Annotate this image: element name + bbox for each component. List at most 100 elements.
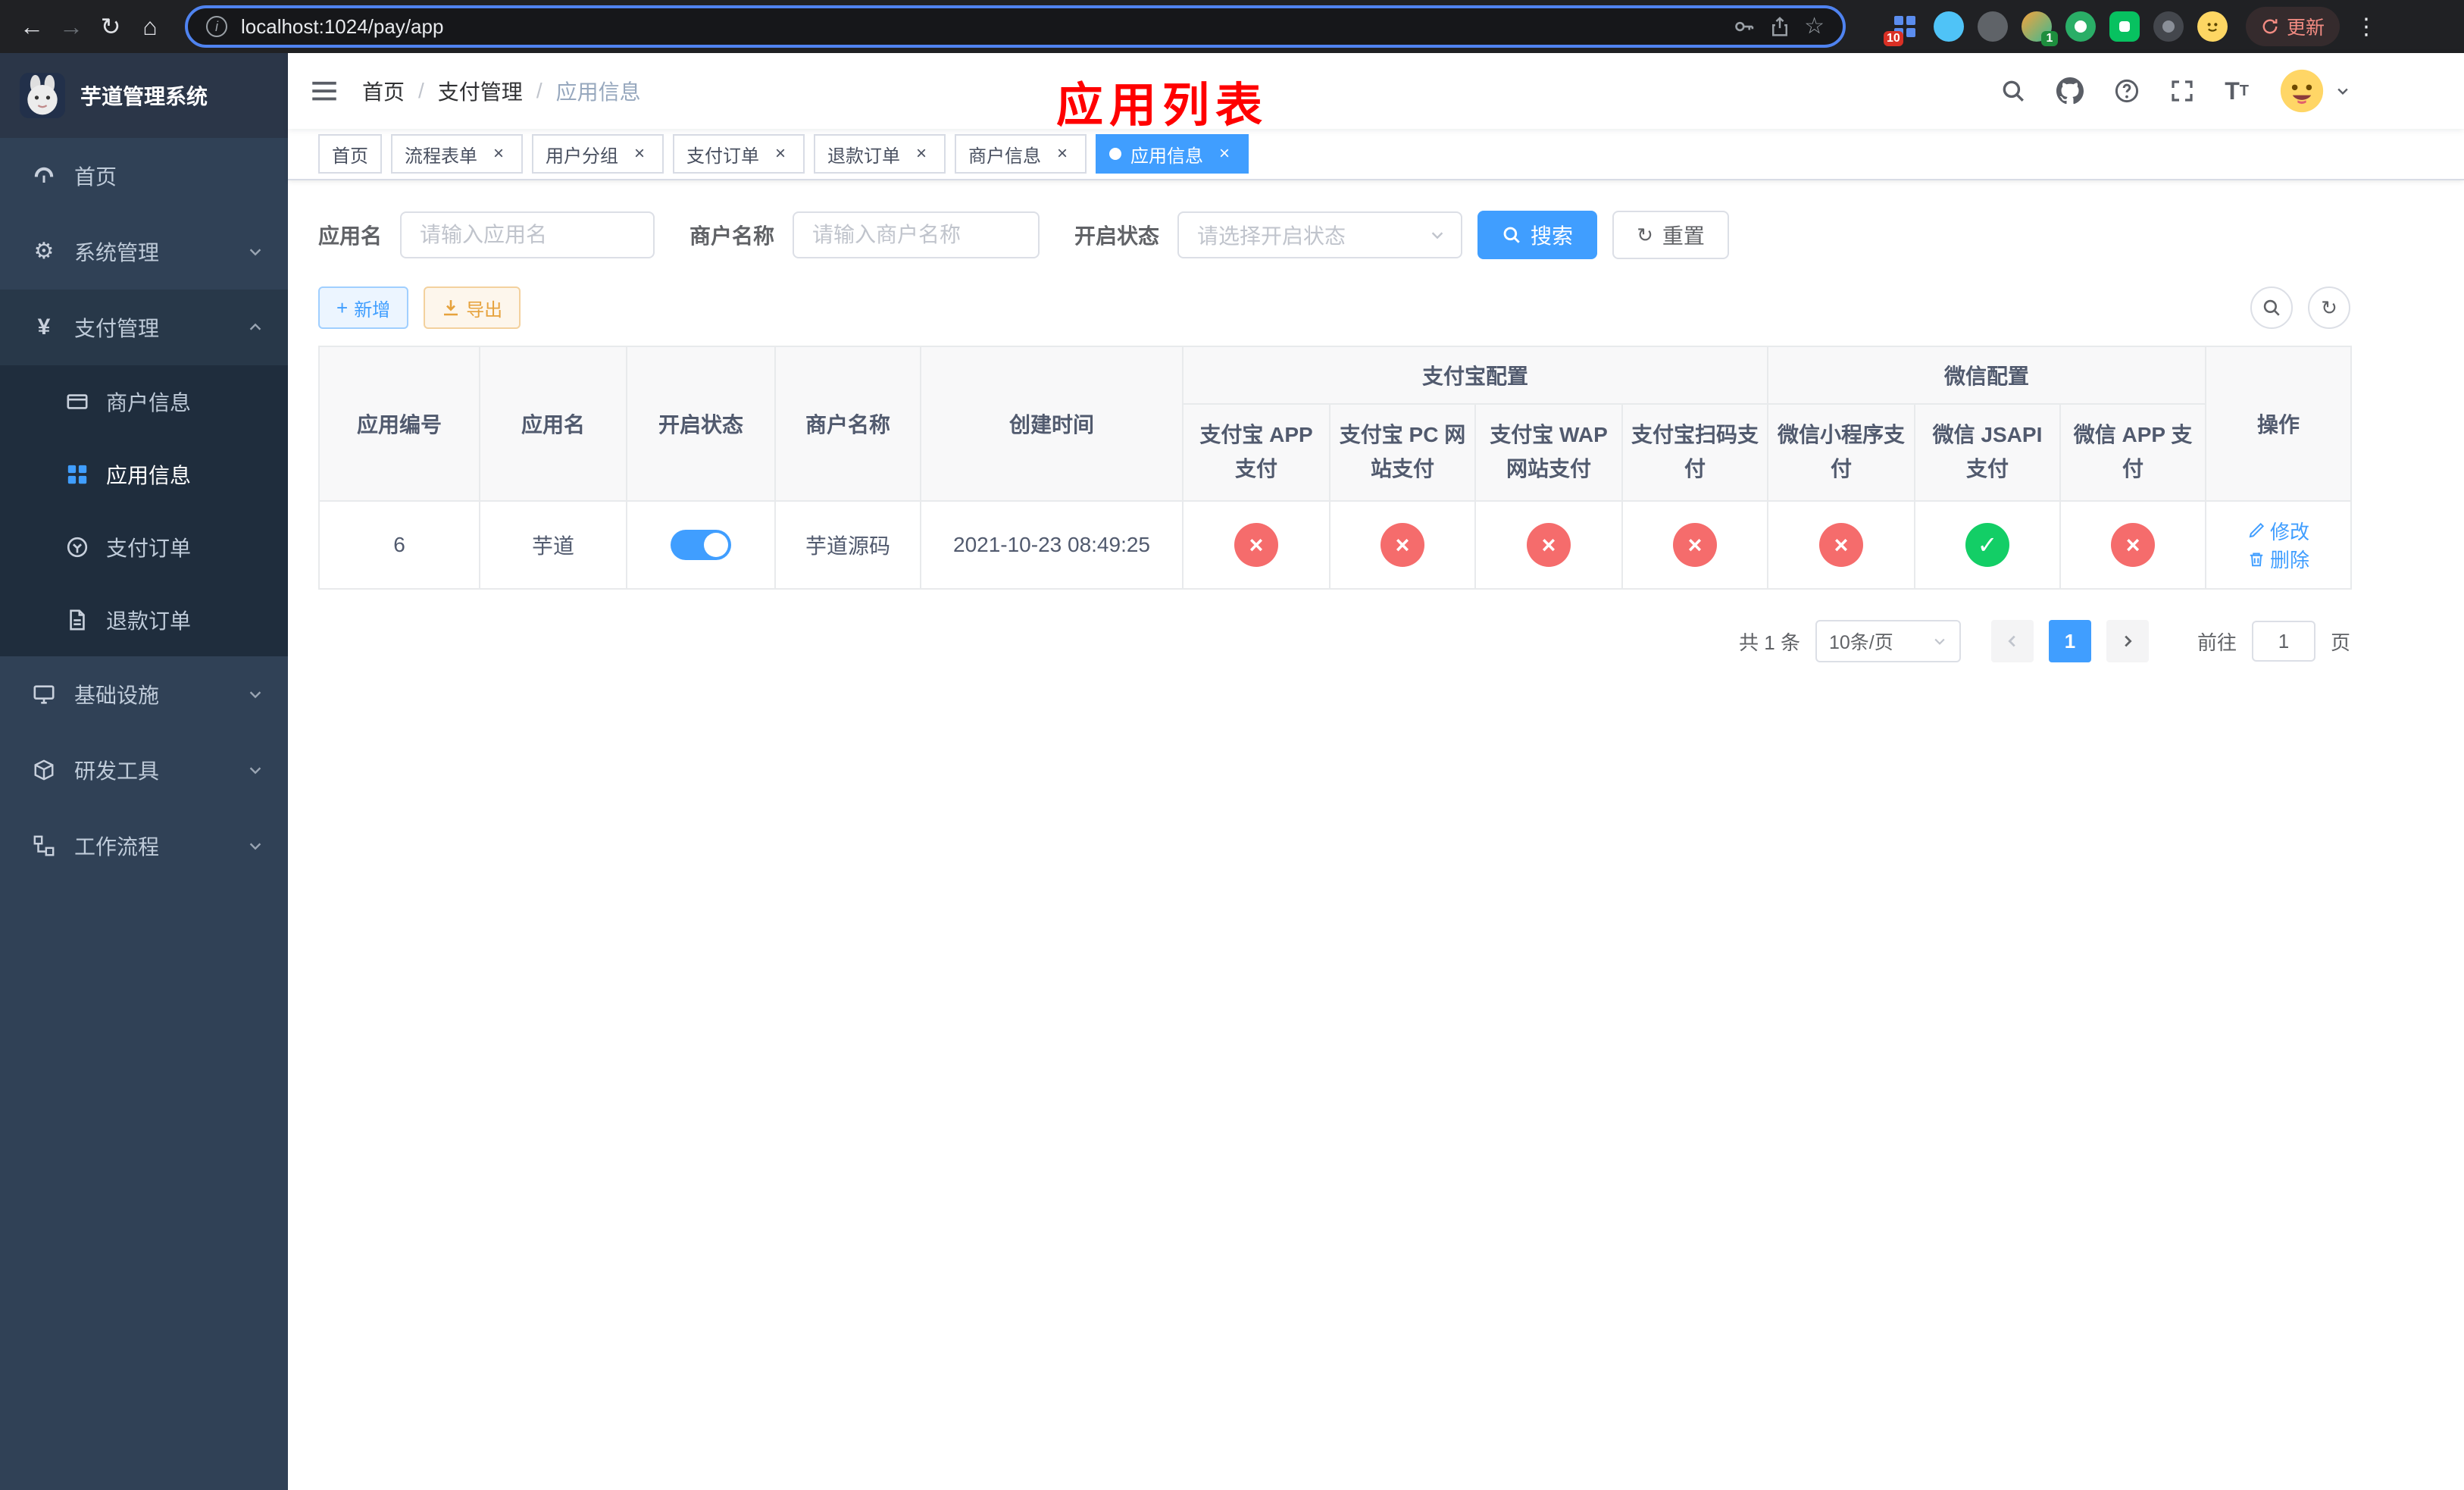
page-size-select[interactable]: 10条/页 <box>1815 620 1961 662</box>
add-button-label: 新增 <box>354 299 391 321</box>
search-button[interactable]: 搜索 <box>1477 211 1598 259</box>
app-table: 应用编号 应用名 开启状态 商户名称 创建时间 支付宝配置 微信配置 操作 支付… <box>318 346 2353 590</box>
user-menu[interactable] <box>2279 68 2350 114</box>
tab-home[interactable]: 首页 <box>318 134 382 174</box>
tab-user-group[interactable]: 用户分组 × <box>532 134 664 174</box>
tab-flow-form[interactable]: 流程表单 × <box>391 134 523 174</box>
tab-pay-order[interactable]: 支付订单 × <box>673 134 805 174</box>
column-header: 支付宝 WAP 网站支付 <box>1474 403 1623 502</box>
goto-page-input[interactable] <box>2251 621 2315 662</box>
edit-label: 修改 <box>2270 520 2310 543</box>
alipay-pc-status-icon: × <box>1381 523 1424 567</box>
extension-green-icon[interactable] <box>2109 11 2140 42</box>
merchant-name-input[interactable] <box>793 211 1040 258</box>
breadcrumb-payment[interactable]: 支付管理 <box>438 76 523 106</box>
site-info-icon[interactable]: i <box>206 16 227 37</box>
chevron-down-icon <box>247 762 264 778</box>
sidebar-item-merchant-info[interactable]: 商户信息 <box>0 365 288 438</box>
extension-grid-icon[interactable]: 10 <box>1883 11 1920 46</box>
cube-icon <box>30 759 58 781</box>
back-button[interactable]: ← <box>12 7 52 46</box>
url-bar[interactable]: i localhost:1024/pay/app ☆ <box>185 5 1846 48</box>
sidebar-item-app-info[interactable]: 应用信息 <box>0 438 288 511</box>
gear-icon: ⚙ <box>33 239 55 264</box>
export-button[interactable]: 导出 <box>424 286 521 329</box>
sidebar-toggle-button[interactable] <box>311 77 338 105</box>
chrome-update-button[interactable]: 更新 <box>2245 7 2340 46</box>
wechat-jsapi-status-icon: ✓ <box>1965 523 2010 567</box>
add-button[interactable]: + 新增 <box>318 286 409 329</box>
extension-drop-icon[interactable] <box>1933 11 1964 42</box>
extension-dark-icon[interactable] <box>1977 11 2008 42</box>
extension-wechat-icon[interactable] <box>2065 11 2096 42</box>
column-header: 创建时间 <box>920 346 1184 502</box>
browser-menu-button[interactable]: ⋮ <box>2355 14 2378 40</box>
credit-card-icon <box>64 390 91 413</box>
group-header-wechat: 微信配置 <box>1767 346 2207 405</box>
prev-page-button[interactable] <box>1990 620 2034 662</box>
extension-puzzle-icon[interactable] <box>2153 11 2184 42</box>
close-icon[interactable]: × <box>1214 143 1235 164</box>
fullscreen-icon[interactable] <box>2170 79 2194 103</box>
delete-link[interactable]: 删除 <box>2247 545 2309 573</box>
extension-avatar-icon[interactable]: 1 <box>2021 11 2058 46</box>
toggle-search-button[interactable] <box>2250 286 2293 329</box>
github-icon[interactable] <box>2056 77 2084 105</box>
share-icon[interactable] <box>1769 15 1790 38</box>
goto-unit: 页 <box>2330 631 2350 654</box>
sidebar-item-home[interactable]: 首页 <box>0 138 288 214</box>
reset-button[interactable]: ↻ 重置 <box>1612 211 1729 259</box>
wechat-app-status-icon: × <box>2111 523 2156 567</box>
user-avatar <box>2279 68 2325 114</box>
refresh-table-button[interactable]: ↻ <box>2308 286 2350 329</box>
extension-face-icon[interactable] <box>2197 11 2228 42</box>
page-number-button[interactable]: 1 <box>2048 620 2091 662</box>
tab-label: 首页 <box>332 146 368 167</box>
tab-refund-order[interactable]: 退款订单 × <box>814 134 946 174</box>
search-icon[interactable] <box>2000 78 2026 104</box>
sidebar-item-infrastructure[interactable]: 基础设施 <box>0 656 288 732</box>
alipay-qr-status-icon: × <box>1673 523 1717 567</box>
cell-app-id: 6 <box>318 500 480 590</box>
tab-label: 流程表单 <box>405 146 477 167</box>
tab-merchant-info[interactable]: 商户信息 × <box>955 134 1087 174</box>
sidebar-item-label: 系统管理 <box>74 241 160 265</box>
close-icon[interactable]: × <box>770 143 791 164</box>
help-icon[interactable] <box>2114 78 2140 104</box>
close-icon[interactable]: × <box>911 143 932 164</box>
close-icon[interactable]: × <box>629 143 650 164</box>
delete-label: 删除 <box>2270 549 2310 571</box>
next-page-button[interactable] <box>2106 620 2149 662</box>
filter-form: 应用名 商户名称 开启状态 请选择开启状态 <box>318 203 2350 267</box>
chevron-up-icon <box>247 319 264 336</box>
download-icon <box>444 300 458 316</box>
password-key-icon[interactable] <box>1733 15 1756 38</box>
sidebar-item-payment[interactable]: ¥ 支付管理 <box>0 290 288 365</box>
edit-link[interactable]: 修改 <box>2247 517 2309 545</box>
forward-button[interactable]: → <box>52 7 91 46</box>
close-icon[interactable]: × <box>1052 143 1073 164</box>
font-size-icon[interactable]: TT <box>2225 79 2249 103</box>
app-name-label: 应用名 <box>318 224 383 248</box>
reload-button[interactable]: ↻ <box>91 7 130 46</box>
app-name-input[interactable] <box>400 211 655 258</box>
status-select[interactable]: 请选择开启状态 <box>1177 211 1463 258</box>
cell-merchant: 芋道源码 <box>774 500 921 590</box>
extension-badge: 1 <box>2040 31 2058 46</box>
bookmark-star-icon[interactable]: ☆ <box>1804 15 1825 38</box>
column-header: 支付宝扫码支付 <box>1621 403 1769 502</box>
sidebar-item-workflow[interactable]: 工作流程 <box>0 808 288 884</box>
sidebar-item-label: 研发工具 <box>74 759 160 783</box>
sidebar-item-refund-order[interactable]: 退款订单 <box>0 584 288 656</box>
sidebar-item-system[interactable]: ⚙ 系统管理 <box>0 214 288 290</box>
home-button[interactable]: ⌂ <box>130 7 170 46</box>
status-toggle[interactable] <box>671 530 731 560</box>
table-toolbar: + 新增 导出 ↻ <box>318 286 2350 329</box>
close-icon[interactable]: × <box>488 143 509 164</box>
breadcrumb-home[interactable]: 首页 <box>362 76 405 106</box>
workflow-icon <box>30 834 58 857</box>
export-button-label: 导出 <box>466 299 503 321</box>
sidebar-item-pay-order[interactable]: 支付订单 <box>0 511 288 584</box>
sidebar-item-dev-tools[interactable]: 研发工具 <box>0 732 288 808</box>
tab-app-info[interactable]: 应用信息 × <box>1096 134 1249 174</box>
